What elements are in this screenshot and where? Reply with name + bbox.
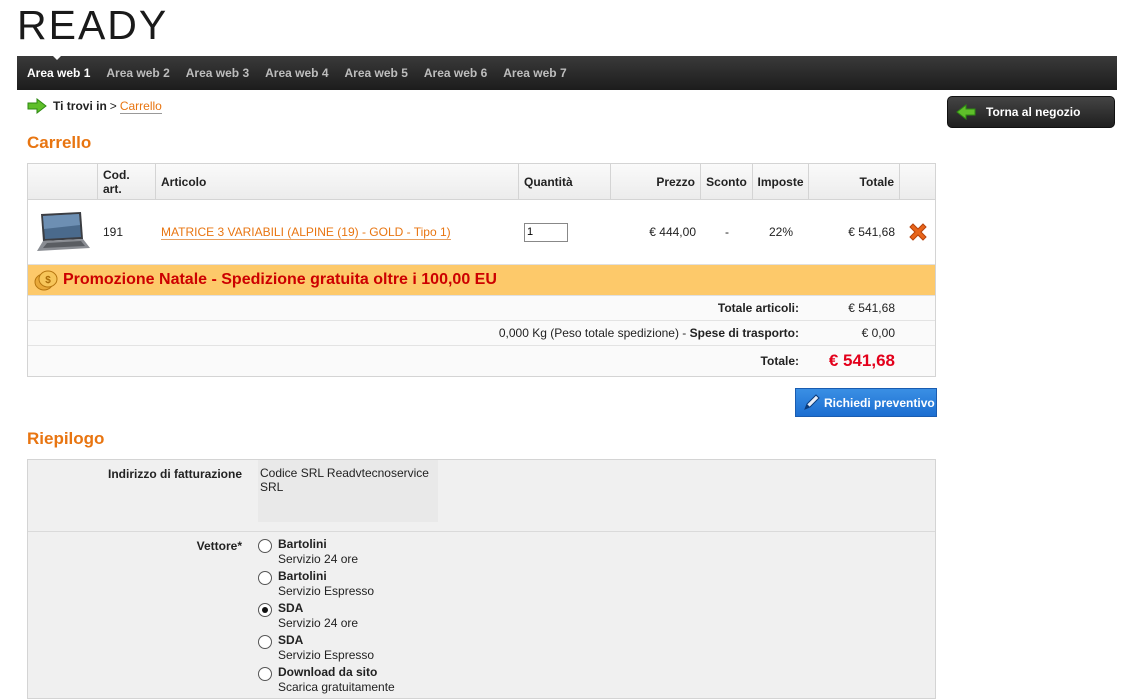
item-delete-cell xyxy=(900,200,935,264)
carrier-row: Vettore* Bartolini Servizio 24 ore Bartol… xyxy=(28,532,935,697)
back-to-shop-label: Torna al negozio xyxy=(986,105,1081,119)
quantity-input[interactable] xyxy=(524,222,568,242)
item-total: € 541,68 xyxy=(848,225,895,239)
carrier-radio[interactable] xyxy=(258,635,272,649)
header-articolo: Articolo xyxy=(156,164,519,199)
promo-text: Promozione Natale - Spedizione gratuita … xyxy=(63,271,497,288)
coins-icon: $ xyxy=(34,270,58,291)
nav-item-area-web-5[interactable]: Area web 5 xyxy=(337,66,416,80)
item-name-cell: MATRICE 3 VARIABILI (ALPINE (19) - GOLD … xyxy=(156,200,519,264)
nav-item-area-web-6[interactable]: Area web 6 xyxy=(416,66,495,80)
header-delete xyxy=(900,164,935,199)
cart-title: Carrello xyxy=(27,133,92,152)
breadcrumb: Ti trovi in > Carrello xyxy=(27,98,162,114)
carrier-desc: Servizio 24 ore xyxy=(278,552,359,566)
logo-text: READY xyxy=(17,2,169,48)
item-name-link[interactable]: MATRICE 3 VARIABILI (ALPINE (19) - GOLD … xyxy=(161,225,451,240)
summary-title: Riepilogo xyxy=(27,429,105,448)
summary-box: Indirizzo di fatturazione Codice SRL Rea… xyxy=(27,459,936,699)
carrier-radio-selected[interactable] xyxy=(258,603,272,617)
billing-address: Codice SRL Readvtecnoservice SRL xyxy=(258,460,438,522)
shipping-weight: 0,000 Kg (Peso totale spedizione) - xyxy=(498,326,687,340)
promo-banner: $ Promozione Natale - Spedizione gratuit… xyxy=(28,265,935,296)
grand-total-value: € 541,68 xyxy=(828,351,895,370)
total-articles-label: Totale articoli: xyxy=(717,301,799,315)
shipping-value: € 0,00 xyxy=(861,326,895,340)
header-imposte: Imposte xyxy=(753,164,809,199)
nav-item-area-web-2[interactable]: Area web 2 xyxy=(98,66,177,80)
item-price: € 444,00 xyxy=(649,225,696,239)
carrier-option-bartolini-24[interactable]: Bartolini Servizio 24 ore xyxy=(258,537,395,567)
product-image-cell xyxy=(28,200,98,264)
carrier-desc: Servizio Espresso xyxy=(278,648,375,662)
billing-row: Indirizzo di fatturazione Codice SRL Rea… xyxy=(28,460,935,532)
carrier-desc: Servizio Espresso xyxy=(278,584,375,598)
grand-total-label: Totale: xyxy=(760,354,799,368)
nav-item-area-web-1[interactable]: Area web 1 xyxy=(17,54,98,80)
header-cod: Cod. art. xyxy=(98,164,156,199)
logo[interactable]: READY xyxy=(17,2,169,48)
carrier-radio[interactable] xyxy=(258,667,272,681)
total-articles-row: Totale articoli: € 541,68 xyxy=(28,296,935,321)
cart-item-row: 191 MATRICE 3 VARIABILI (ALPINE (19) - G… xyxy=(28,200,935,265)
item-discount: - xyxy=(725,225,729,239)
carrier-option-download[interactable]: Download da sito Scarica gratuitamente xyxy=(258,665,395,695)
request-quote-label: Richiedi preventivo xyxy=(824,395,935,410)
carrier-name: Bartolini xyxy=(278,569,327,583)
request-quote-button[interactable]: Richiedi preventivo xyxy=(795,388,937,417)
shipping-label-group: 0,000 Kg (Peso totale spedizione) - Spes… xyxy=(499,326,809,340)
nav-item-area-web-7[interactable]: Area web 7 xyxy=(495,66,574,80)
carrier-radio[interactable] xyxy=(258,539,272,553)
carrier-name: SDA xyxy=(278,633,304,647)
cart-header-row: Cod. art. Articolo Quantità Prezzo Scont… xyxy=(28,164,935,200)
laptop-image[interactable] xyxy=(33,211,91,253)
item-tax: 22% xyxy=(768,225,794,239)
carrier-label: Vettore* xyxy=(196,539,242,553)
item-qty-cell xyxy=(519,200,611,264)
billing-label: Indirizzo di fatturazione xyxy=(108,467,242,481)
carrier-option-sda-24[interactable]: SDA Servizio 24 ore xyxy=(258,601,395,631)
header-sconto: Sconto xyxy=(701,164,753,199)
carrier-name: Download da sito xyxy=(278,665,378,679)
carrier-radio[interactable] xyxy=(258,571,272,585)
main-nav: Area web 1 Area web 2 Area web 3 Area we… xyxy=(17,54,1117,90)
carrier-option-bartolini-espresso[interactable]: Bartolini Servizio Espresso xyxy=(258,569,395,599)
back-to-shop-button[interactable]: Torna al negozio xyxy=(947,96,1115,128)
header-totale: Totale xyxy=(809,164,900,199)
header-prezzo: Prezzo xyxy=(611,164,701,199)
header-image xyxy=(28,164,98,199)
nav-item-area-web-3[interactable]: Area web 3 xyxy=(178,66,257,80)
cart-table: Cod. art. Articolo Quantità Prezzo Scont… xyxy=(27,163,936,377)
arrow-right-icon xyxy=(27,98,47,114)
delete-icon[interactable] xyxy=(907,221,929,243)
grand-total-row: Totale: € 541,68 xyxy=(28,346,935,376)
breadcrumb-prefix: Ti trovi in xyxy=(53,99,107,113)
total-articles-value: € 541,68 xyxy=(848,301,895,315)
carrier-desc: Scarica gratuitamente xyxy=(278,680,395,694)
carrier-name: SDA xyxy=(278,601,304,615)
svg-text:$: $ xyxy=(45,275,51,286)
shipping-label: Spese di trasporto: xyxy=(689,326,799,340)
nav-item-area-web-4[interactable]: Area web 4 xyxy=(257,66,336,80)
item-code: 191 xyxy=(103,225,124,239)
shipping-row: 0,000 Kg (Peso totale spedizione) - Spes… xyxy=(28,321,935,346)
arrow-left-icon xyxy=(956,104,976,120)
carrier-desc: Servizio 24 ore xyxy=(278,616,359,630)
carrier-name: Bartolini xyxy=(278,537,327,551)
pen-icon xyxy=(804,393,820,410)
breadcrumb-separator: > xyxy=(109,99,117,113)
carrier-option-sda-espresso[interactable]: SDA Servizio Espresso xyxy=(258,633,395,663)
breadcrumb-current[interactable]: Carrello xyxy=(119,99,162,114)
carrier-options: Bartolini Servizio 24 ore Bartolini Serviz… xyxy=(250,532,395,697)
header-quantita: Quantità xyxy=(519,164,611,199)
